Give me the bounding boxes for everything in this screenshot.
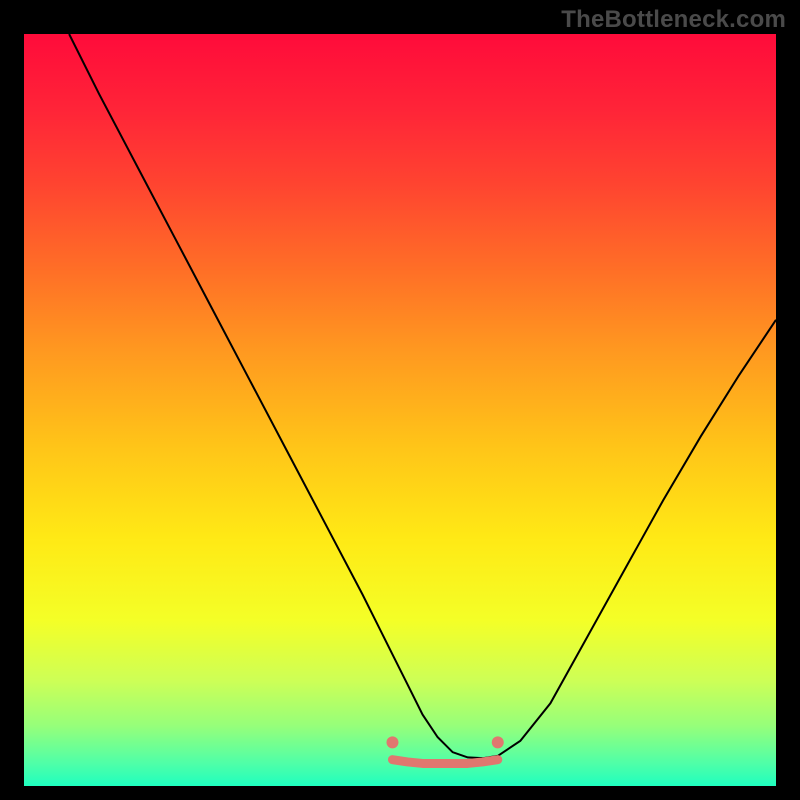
plot-area	[24, 34, 776, 786]
gradient-background	[24, 34, 776, 786]
chart-svg	[24, 34, 776, 786]
optimal-range-endpoint	[386, 736, 398, 748]
watermark-text: TheBottleneck.com	[561, 6, 786, 34]
optimal-range-segment	[392, 760, 497, 764]
chart-frame: TheBottleneck.com	[0, 0, 800, 800]
optimal-range-endpoint	[492, 736, 504, 748]
